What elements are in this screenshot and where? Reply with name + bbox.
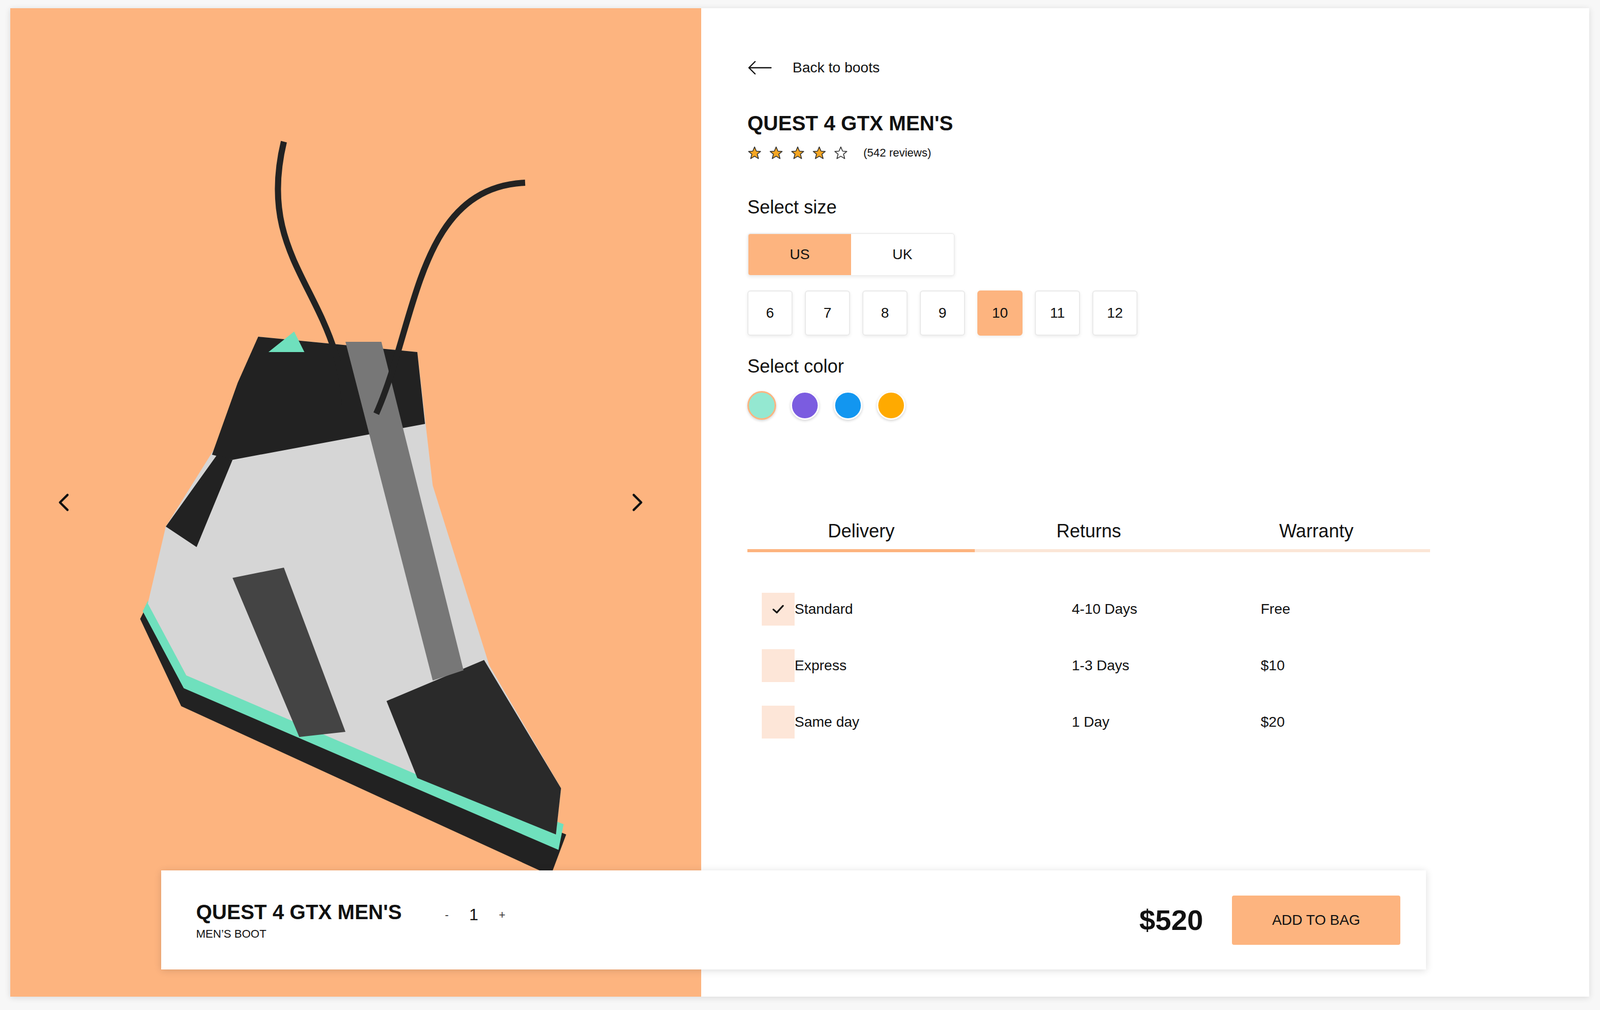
cart-bar: QUEST 4 GTX MEN'S MEN’S BOOT -1 + $520 ADD TO… (161, 870, 1426, 970)
back-link[interactable]: Back to boots (747, 59, 880, 76)
delivery-time: 1 Day (1071, 714, 1261, 731)
back-label: Back to boots (792, 59, 880, 76)
previous-image-button[interactable] (51, 489, 79, 516)
star-icon (747, 145, 762, 161)
product-page: Back to boots QUEST 4 GTX MEN'S (542 revie… (10, 8, 1590, 997)
cart-subtitle: MEN’S BOOT (196, 927, 402, 941)
size-option[interactable]: 10 (977, 290, 1023, 336)
info-tab[interactable]: Warranty (1202, 520, 1431, 553)
delivery-option[interactable]: Same day1 Day$20 (747, 694, 1431, 751)
size-option[interactable]: 8 (862, 290, 908, 336)
delivery-price: Free (1260, 601, 1431, 618)
info-tab[interactable]: Delivery (747, 520, 975, 553)
info-tab[interactable]: Returns (974, 520, 1203, 553)
product-details: Back to boots QUEST 4 GTX MEN'S (542 revie… (701, 8, 1590, 997)
star-icon (768, 145, 784, 161)
delivery-price: $20 (1260, 714, 1431, 731)
boot-photo (129, 64, 572, 886)
star-icon (833, 145, 848, 161)
delivery-price: $10 (1260, 657, 1431, 674)
increment-button[interactable]: + (496, 906, 508, 924)
price: $520 (1139, 903, 1204, 937)
review-count[interactable]: (542 reviews) (863, 146, 932, 160)
add-to-bag-button[interactable]: ADD TO BAG (1231, 895, 1401, 946)
delivery-name: Same day (794, 714, 1072, 731)
star-icon (812, 145, 827, 161)
delivery-name: Standard (794, 601, 1072, 618)
size-heading: Select size (747, 196, 837, 219)
chevron-right-icon (625, 491, 648, 514)
decrement-button[interactable]: - (442, 906, 451, 924)
delivery-time: 1-3 Days (1071, 657, 1261, 674)
size-option[interactable]: 6 (747, 290, 793, 336)
color-heading: Select color (747, 355, 844, 378)
size-options: 6789101112 (747, 290, 1138, 336)
size-system-option[interactable]: US (748, 234, 852, 276)
color-options (747, 391, 906, 420)
delivery-options: Standard4-10 DaysFreeExpress1-3 Days$10S… (747, 581, 1431, 751)
size-option[interactable]: 12 (1092, 290, 1138, 336)
color-swatch[interactable] (833, 391, 863, 420)
delivery-option[interactable]: Express1-3 Days$10 (747, 637, 1431, 695)
chevron-left-icon (53, 491, 76, 514)
checkmark-icon (769, 601, 787, 618)
delivery-option[interactable]: Standard4-10 DaysFree (747, 581, 1431, 638)
size-system-option[interactable]: UK (851, 234, 954, 276)
color-swatch[interactable] (876, 391, 906, 420)
size-option[interactable]: 11 (1034, 290, 1081, 336)
delivery-name: Express (794, 657, 1072, 674)
size-option[interactable]: 7 (804, 290, 851, 336)
star-icon (790, 145, 805, 161)
info-tabs: DeliveryReturnsWarranty (747, 520, 1431, 553)
size-system-toggle: USUK (747, 233, 955, 277)
delivery-checkbox[interactable] (761, 705, 795, 739)
delivery-checkbox[interactable] (761, 592, 795, 626)
cart-product: QUEST 4 GTX MEN'S MEN’S BOOT (196, 899, 402, 941)
quantity-value: 1 (469, 905, 479, 925)
rating: (542 reviews) (747, 145, 932, 161)
cart-title: QUEST 4 GTX MEN'S (196, 899, 402, 925)
product-gallery (10, 8, 702, 997)
size-option[interactable]: 9 (919, 290, 966, 336)
delivery-time: 4-10 Days (1071, 601, 1261, 618)
next-image-button[interactable] (623, 489, 650, 516)
quantity-stepper: -1 + (442, 905, 508, 925)
product-title: QUEST 4 GTX MEN'S (747, 110, 954, 136)
arrow-left-icon (747, 60, 773, 76)
delivery-checkbox[interactable] (761, 649, 795, 683)
color-swatch[interactable] (790, 391, 820, 420)
color-swatch[interactable] (747, 391, 777, 420)
